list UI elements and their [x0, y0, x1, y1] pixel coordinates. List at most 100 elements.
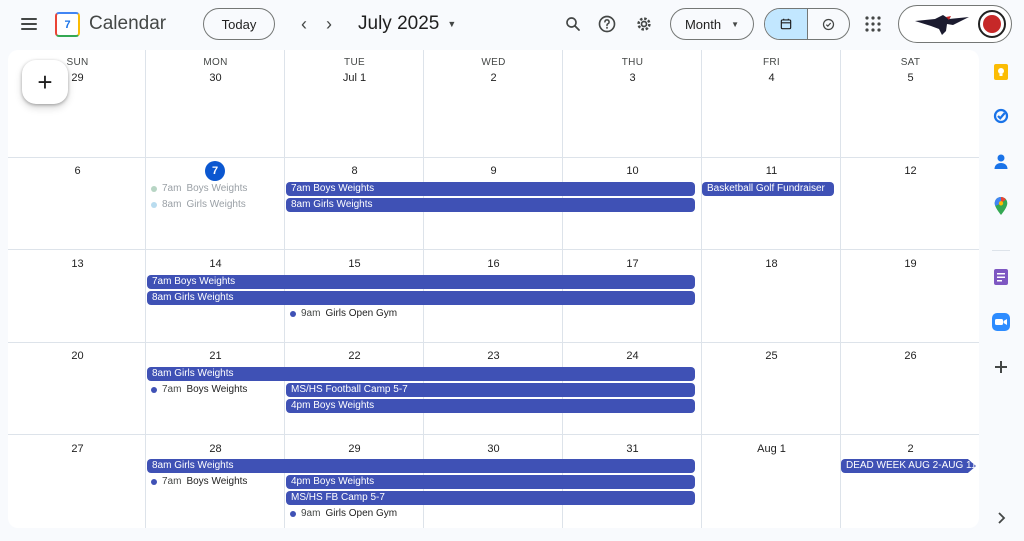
multi-day-event[interactable]: 4pm Boys Weights — [286, 475, 695, 489]
date-number[interactable]: 24 — [563, 350, 702, 362]
date-number[interactable]: Jul 1 — [285, 72, 424, 84]
event-dot-icon — [151, 202, 157, 208]
contacts-icon[interactable] — [991, 151, 1011, 171]
side-panel — [986, 60, 1016, 524]
all-day-event[interactable]: Basketball Golf Fundraiser — [702, 182, 834, 196]
tasks-view-toggle-icon[interactable] — [808, 9, 850, 39]
date-number[interactable]: 26 — [841, 350, 979, 362]
date-number[interactable]: 15 — [285, 258, 424, 270]
calendar-event[interactable]: 7am Boys Weights — [151, 182, 247, 196]
calendar-event[interactable]: 7am Boys Weights — [151, 383, 247, 397]
date-number[interactable]: 9 — [424, 165, 563, 177]
event-time: 8am — [162, 199, 182, 210]
date-number[interactable]: 20 — [8, 350, 147, 362]
date-number[interactable]: 21 — [146, 350, 285, 362]
calendar-view-toggle-icon[interactable] — [765, 9, 808, 39]
date-number[interactable]: 5 — [841, 72, 979, 84]
date-number[interactable]: 18 — [702, 258, 841, 270]
date-number[interactable]: 30 — [146, 72, 285, 84]
school-seal-icon — [978, 10, 1006, 38]
date-number[interactable]: 2 — [841, 443, 979, 455]
event-time: 7am — [162, 476, 182, 487]
calendar-event[interactable]: 8am Girls Weights — [151, 198, 246, 212]
today-date-number[interactable]: 7 — [205, 161, 225, 181]
next-month-button[interactable]: › — [318, 12, 340, 36]
calendar-event[interactable]: 7am Boys Weights — [151, 475, 247, 489]
zoom-icon[interactable] — [991, 312, 1011, 332]
date-number[interactable]: 12 — [841, 165, 979, 177]
date-number[interactable]: 11 — [702, 165, 841, 177]
date-number[interactable]: 4 — [702, 72, 841, 84]
account-button[interactable] — [898, 5, 1012, 43]
date-number[interactable]: 29 — [285, 443, 424, 455]
multi-day-event[interactable]: 8am Girls Weights — [147, 291, 695, 305]
expand-chevron-icon[interactable] — [991, 508, 1011, 528]
today-button[interactable]: Today — [203, 8, 275, 40]
search-icon[interactable] — [561, 12, 585, 36]
month-picker[interactable]: July 2025 ▼ — [358, 13, 456, 35]
multi-day-event[interactable]: MS/HS FB Camp 5-7 — [286, 491, 695, 505]
create-event-button[interactable]: + — [22, 60, 68, 104]
event-dot-icon — [290, 311, 296, 317]
date-number[interactable]: 13 — [8, 258, 147, 270]
date-number[interactable]: 8 — [285, 165, 424, 177]
date-number[interactable]: 14 — [146, 258, 285, 270]
event-title: Girls Weights — [186, 199, 246, 210]
date-number[interactable]: 2 — [424, 72, 563, 84]
calendar-logo-icon: 7 — [55, 12, 80, 37]
caret-down-icon: ▼ — [731, 19, 740, 29]
view-switcher[interactable]: Month ▼ — [670, 8, 754, 40]
event-dot-icon — [151, 186, 157, 192]
multi-day-event[interactable]: 7am Boys Weights — [286, 182, 695, 196]
multi-day-event[interactable]: 4pm Boys Weights — [286, 399, 695, 413]
settings-gear-icon[interactable] — [632, 12, 656, 36]
date-number[interactable]: 25 — [702, 350, 841, 362]
tasks-icon[interactable] — [991, 106, 1011, 126]
event-time: 9am — [301, 308, 321, 319]
weekday-header: THU — [621, 57, 644, 68]
multi-day-event[interactable]: DEAD WEEK AUG 2-AUG 11 — [841, 459, 976, 473]
calendar-event[interactable]: 9am Girls Open Gym — [290, 307, 397, 321]
event-time: 9am — [301, 508, 321, 519]
multi-day-event[interactable]: MS/HS Football Camp 5-7 — [286, 383, 695, 397]
calendar-event[interactable]: 9am Girls Open Gym — [290, 507, 397, 521]
event-time: 7am — [162, 384, 182, 395]
multi-day-event[interactable]: 8am Girls Weights — [286, 198, 695, 212]
date-number[interactable]: 17 — [563, 258, 702, 270]
keep-icon[interactable] — [991, 62, 1011, 82]
event-title: Boys Weights — [186, 183, 248, 194]
event-dot-icon — [151, 479, 157, 485]
eagle-logo-icon — [915, 15, 969, 35]
date-number[interactable]: 10 — [563, 165, 702, 177]
date-number[interactable]: 19 — [841, 258, 979, 270]
multi-day-event[interactable]: 8am Girls Weights — [147, 367, 695, 381]
date-number[interactable]: 31 — [563, 443, 702, 455]
notes-icon[interactable] — [991, 267, 1011, 287]
date-number[interactable]: 30 — [424, 443, 563, 455]
date-number[interactable]: 3 — [563, 72, 702, 84]
weekday-header: SAT — [900, 57, 921, 68]
date-number[interactable]: 22 — [285, 350, 424, 362]
maps-icon[interactable] — [991, 196, 1011, 216]
main-menu-button[interactable] — [16, 12, 42, 36]
apps-grid-icon[interactable] — [861, 12, 885, 36]
multi-day-event[interactable]: 8am Girls Weights — [147, 459, 695, 473]
date-number[interactable]: 28 — [146, 443, 285, 455]
previous-month-button[interactable]: ‹ — [293, 12, 315, 36]
date-number[interactable]: Aug 1 — [702, 443, 841, 455]
weekday-header: FRI — [762, 57, 780, 68]
date-number[interactable]: 23 — [424, 350, 563, 362]
help-icon[interactable] — [595, 12, 619, 36]
add-addon-icon[interactable] — [991, 357, 1011, 377]
weekday-header: WED — [481, 57, 506, 68]
multi-day-event[interactable]: 7am Boys Weights — [147, 275, 695, 289]
weekday-header: TUE — [344, 57, 365, 68]
app-title: Calendar — [89, 13, 167, 34]
date-number[interactable]: 27 — [8, 443, 147, 455]
date-number[interactable]: 16 — [424, 258, 563, 270]
top-bar: 7 Calendar Today ‹ › July 2025 ▼ Month ▼ — [0, 0, 1024, 48]
event-dot-icon — [151, 387, 157, 393]
month-title: July 2025 — [358, 13, 440, 34]
event-time: 7am — [162, 183, 182, 194]
date-number[interactable]: 6 — [8, 165, 147, 177]
